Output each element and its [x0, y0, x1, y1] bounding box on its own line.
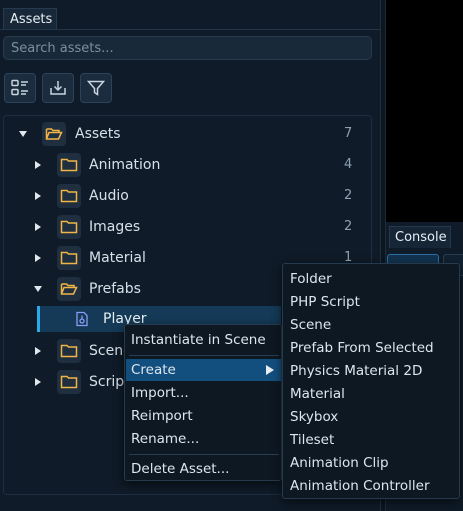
- tree-item-label: Assets: [75, 125, 121, 142]
- tree-item-label: Images: [89, 218, 141, 235]
- folder-icon: [57, 338, 81, 363]
- submenu-item-material[interactable]: Material: [290, 383, 345, 405]
- tree-item-label: Prefabs: [89, 280, 141, 297]
- item-count: 2: [344, 188, 353, 203]
- tab-divider: [0, 29, 380, 30]
- create-submenu: Folder PHP Script Scene Prefab From Sele…: [282, 263, 460, 499]
- caret-down-icon[interactable]: [18, 129, 28, 139]
- tree-item-audio[interactable]: Audio 2: [4, 180, 371, 211]
- submenu-item-folder[interactable]: Folder: [290, 268, 332, 290]
- tab-assets[interactable]: Assets: [3, 8, 57, 30]
- caret-right-icon[interactable]: [33, 377, 43, 387]
- menu-item-create[interactable]: Create: [126, 359, 281, 381]
- menu-item-reimport[interactable]: Reimport: [126, 405, 281, 427]
- caret-right-icon[interactable]: [33, 346, 43, 356]
- caret-down-icon[interactable]: [33, 284, 43, 294]
- caret-right-icon[interactable]: [33, 253, 43, 263]
- submenu-item-animation-clip[interactable]: Animation Clip: [290, 452, 389, 474]
- item-count: 2: [344, 219, 353, 234]
- tree-item-label: Material: [89, 249, 146, 266]
- context-menu: Instantiate in Scene Create Import... Re…: [124, 324, 282, 481]
- scene-view[interactable]: [385, 0, 463, 222]
- tree-item-images[interactable]: Images 2: [4, 211, 371, 242]
- menu-divider: [129, 454, 279, 455]
- folder-icon: [57, 245, 81, 270]
- caret-right-icon[interactable]: [33, 222, 43, 232]
- menu-item-instantiate-in-scene[interactable]: Instantiate in Scene: [126, 329, 281, 351]
- submenu-item-scene[interactable]: Scene: [290, 314, 331, 336]
- list-view-button[interactable]: [4, 73, 36, 103]
- folder-open-icon: [57, 276, 81, 301]
- submenu-item-tileset[interactable]: Tileset: [290, 429, 334, 451]
- tree-item-label: Audio: [89, 187, 129, 204]
- folder-icon: [57, 152, 81, 177]
- item-count: 7: [344, 126, 353, 141]
- import-button[interactable]: [42, 73, 74, 103]
- search-assets-input[interactable]: [3, 36, 372, 60]
- folder-icon: [57, 214, 81, 239]
- caret-right-icon[interactable]: [33, 160, 43, 170]
- folder-open-icon: [42, 121, 66, 146]
- tab-console[interactable]: Console: [389, 226, 451, 248]
- submenu-item-physics-material-2d[interactable]: Physics Material 2D: [290, 360, 422, 382]
- import-icon: [50, 81, 66, 95]
- caret-right-icon[interactable]: [33, 191, 43, 201]
- prefab-file-icon: [74, 311, 90, 327]
- submenu-item-php-script[interactable]: PHP Script: [290, 291, 360, 313]
- menu-item-delete-asset[interactable]: Delete Asset...: [126, 458, 281, 480]
- filter-icon: [86, 80, 106, 96]
- submenu-item-animation-controller[interactable]: Animation Controller: [290, 475, 430, 497]
- tree-item-animation[interactable]: Animation 4: [4, 149, 371, 180]
- item-count: 4: [344, 157, 353, 172]
- menu-item-import[interactable]: Import...: [126, 382, 281, 404]
- filter-button[interactable]: [80, 73, 112, 103]
- submenu-item-skybox[interactable]: Skybox: [290, 406, 338, 428]
- folder-icon: [57, 369, 81, 394]
- folder-icon: [57, 183, 81, 208]
- list-view-icon: [11, 79, 28, 96]
- menu-item-label: Create: [131, 362, 176, 378]
- menu-item-rename[interactable]: Rename...: [126, 428, 281, 450]
- tree-item-assets[interactable]: Assets 7: [4, 118, 371, 149]
- submenu-item-prefab-from-selected[interactable]: Prefab From Selected: [290, 337, 434, 359]
- tree-item-label: Animation: [89, 156, 161, 173]
- submenu-arrow-icon: [266, 365, 274, 375]
- menu-divider: [129, 355, 279, 356]
